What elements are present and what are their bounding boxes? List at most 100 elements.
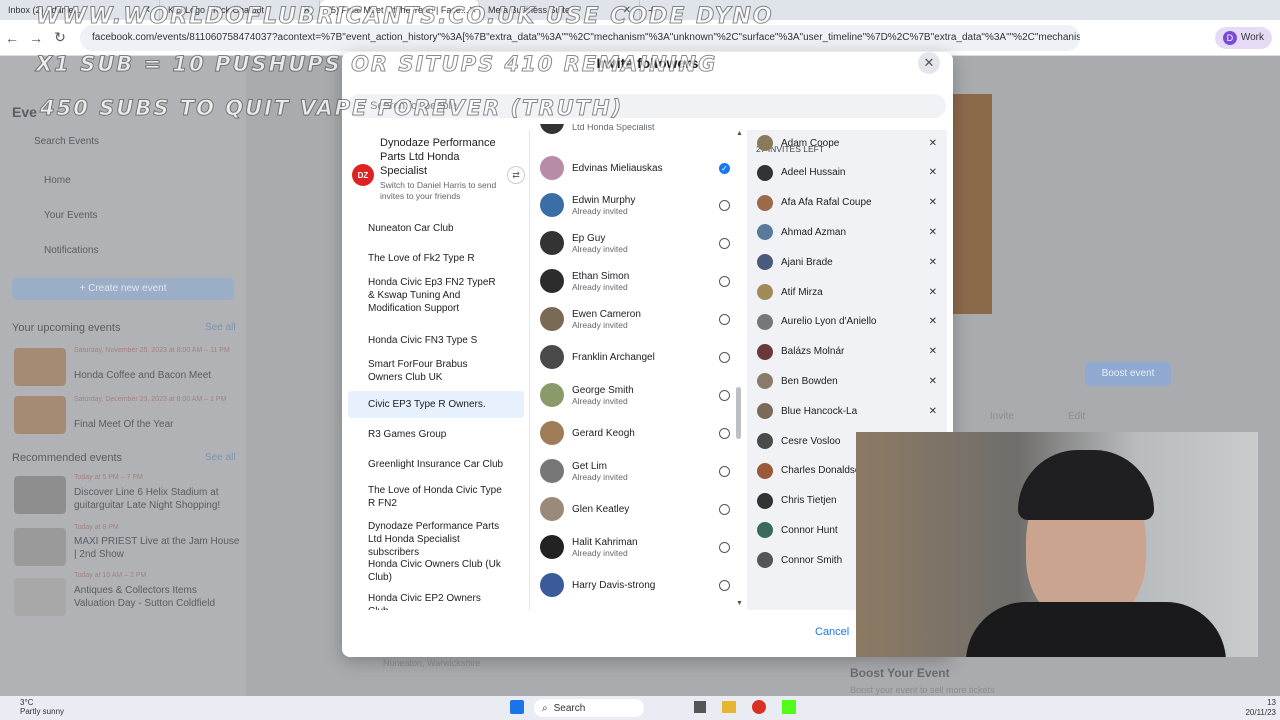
group-item[interactable]: The Love of Fk2 Type R <box>348 249 524 268</box>
nav-home[interactable]: Home <box>44 175 71 186</box>
cancel-button[interactable]: Cancel <box>815 626 849 638</box>
reload-icon[interactable]: ↻ <box>48 29 72 46</box>
kick-icon[interactable] <box>782 700 796 714</box>
radio-button[interactable] <box>719 389 730 401</box>
follower-row[interactable]: Ethan Simon Already invited <box>540 266 730 296</box>
scrollbar-thumb[interactable] <box>736 387 741 439</box>
list-item-cut: Ltd Honda Specialist <box>540 124 730 136</box>
radio-button[interactable] <box>719 541 730 553</box>
remove-icon[interactable]: ✕ <box>929 167 937 178</box>
taskbar-search[interactable]: ⌕ Search <box>534 699 644 717</box>
follower-row[interactable]: Edvinas Mieliauskas ✓ <box>540 153 730 183</box>
remove-icon[interactable]: ✕ <box>929 316 937 327</box>
see-all-link[interactable]: See all <box>205 322 236 333</box>
avatar <box>540 497 564 521</box>
create-event-button[interactable]: + Create new event <box>12 278 234 300</box>
scroll-down-icon[interactable]: ▼ <box>736 600 743 607</box>
page-selector[interactable]: DZ Dynodaze Performance Parts Ltd Honda … <box>348 130 529 208</box>
event-title[interactable]: MAXI PRIEST Live at the Jam House | 2nd … <box>74 535 240 561</box>
radio-button[interactable] <box>719 503 730 515</box>
profile-avatar: D <box>1222 30 1237 45</box>
weather-condition: Partly sunny <box>20 707 65 716</box>
recommended-title: Recommended events <box>12 452 123 464</box>
follower-row[interactable]: George Smith Already invited <box>540 380 730 410</box>
file-explorer-icon[interactable] <box>722 701 736 713</box>
event-thumbnail <box>14 528 66 566</box>
group-item[interactable]: Civic EP3 Type R Owners. <box>348 391 524 418</box>
follower-row[interactable]: Gerard Keogh <box>540 418 730 448</box>
event-title[interactable]: Discover Line 6 Helix Stadium at guitarg… <box>74 486 240 512</box>
webcam-feed <box>856 432 1258 657</box>
follower-row[interactable]: Halit Kahriman Already invited <box>540 532 730 562</box>
start-icon[interactable] <box>510 700 524 714</box>
invite-status: Already invited <box>572 205 628 216</box>
group-item[interactable]: R3 Games Group <box>348 425 524 444</box>
group-item[interactable]: Greenlight Insurance Car Club <box>348 455 524 474</box>
radio-button[interactable] <box>719 199 730 211</box>
avatar <box>757 135 773 151</box>
forward-icon[interactable]: → <box>24 30 48 46</box>
event-title[interactable]: Final Meet Of the Year <box>74 419 174 430</box>
avatar <box>540 573 564 597</box>
remove-icon[interactable]: ✕ <box>929 346 937 357</box>
boost-event-button[interactable]: Boost event <box>1085 362 1171 386</box>
invite-button[interactable]: Invite <box>990 411 1014 422</box>
remove-icon[interactable]: ✕ <box>929 376 937 387</box>
follower-text: Ethan Simon Already invited <box>572 271 719 292</box>
nav-notifications[interactable]: Notifications <box>44 245 98 256</box>
radio-button[interactable] <box>719 313 730 325</box>
radio-button[interactable] <box>719 275 730 287</box>
invited-name: Ben Bowden <box>781 375 838 387</box>
radio-button[interactable] <box>719 427 730 439</box>
boost-title: Boost Your Event <box>850 666 950 680</box>
checked-radio-icon[interactable]: ✓ <box>719 162 730 174</box>
group-item[interactable]: Honda Civic FN3 Type S <box>348 331 524 350</box>
follower-row[interactable]: Franklin Archangel <box>540 342 730 372</box>
event-date: Today at 8 PM <box>74 524 119 531</box>
scroll-up-icon[interactable]: ▲ <box>736 130 743 137</box>
radio-button[interactable] <box>719 237 730 249</box>
events-sidebar: Eve Search Events Home Your Events Notif… <box>0 56 246 696</box>
group-item[interactable]: Honda Civic Ep3 FN2 TypeR & Kswap Tuning… <box>348 273 524 318</box>
nav-your-events[interactable]: Your Events <box>44 210 98 221</box>
follower-row[interactable]: Edwin Murphy Already invited <box>540 190 730 220</box>
remove-icon[interactable]: ✕ <box>929 406 937 417</box>
edit-button[interactable]: Edit <box>1068 411 1085 422</box>
profile-button[interactable]: D Work <box>1214 26 1272 49</box>
event-title[interactable]: Antiques & Collectors Items Valuation Da… <box>74 584 240 610</box>
see-all-link[interactable]: See all <box>205 452 236 463</box>
follower-row[interactable]: Ewen Cameron Already invited <box>540 304 730 334</box>
remove-icon[interactable]: ✕ <box>929 287 937 298</box>
boost-subtitle: Boost your event to sell more tickets <box>850 685 995 695</box>
invited-name: Atif Mirza <box>781 286 823 298</box>
follower-row[interactable]: Get Lim Already invited <box>540 456 730 486</box>
group-item[interactable]: Smart ForFour Brabus Owners Club UK <box>348 355 524 387</box>
chrome-icon[interactable] <box>752 700 766 714</box>
follower-row[interactable]: Harry Davis-strong <box>540 570 730 600</box>
radio-button[interactable] <box>719 579 730 591</box>
task-view-icon[interactable] <box>694 701 706 713</box>
group-item[interactable]: The Love of Honda Civic Type R FN2 <box>348 481 524 513</box>
group-item[interactable]: Honda Civic EP2 Owners Club <box>348 589 524 610</box>
remove-icon[interactable]: ✕ <box>929 227 937 238</box>
remove-icon[interactable]: ✕ <box>929 197 937 208</box>
group-item[interactable]: Honda Civic Owners Club (Uk Club) <box>348 555 524 587</box>
follower-row[interactable]: Ep Guy Already invited <box>540 228 730 258</box>
follower-row[interactable]: Glen Keatley <box>540 494 730 524</box>
switch-profile-icon[interactable]: ⇄ <box>507 166 525 184</box>
follower-name: Ep Guy <box>572 232 606 244</box>
follower-name: Get Lim <box>572 460 608 472</box>
radio-button[interactable] <box>719 465 730 477</box>
event-title[interactable]: Honda Coffee and Bacon Meet <box>74 370 211 381</box>
group-item[interactable]: Nuneaton Car Club <box>348 219 524 238</box>
remove-icon[interactable]: ✕ <box>929 138 937 149</box>
close-icon[interactable]: ✕ <box>918 52 940 74</box>
page-logo: DZ <box>352 164 374 186</box>
events-search[interactable]: Search Events <box>34 136 99 147</box>
remove-icon[interactable]: ✕ <box>929 257 937 268</box>
avatar <box>540 269 564 293</box>
back-icon[interactable]: ← <box>0 30 24 46</box>
weather-widget[interactable]: 3°C Partly sunny <box>20 698 64 716</box>
taskbar: 3°C Partly sunny ⌕ Search 13 20/11/23 <box>0 696 1280 720</box>
radio-button[interactable] <box>719 351 730 363</box>
